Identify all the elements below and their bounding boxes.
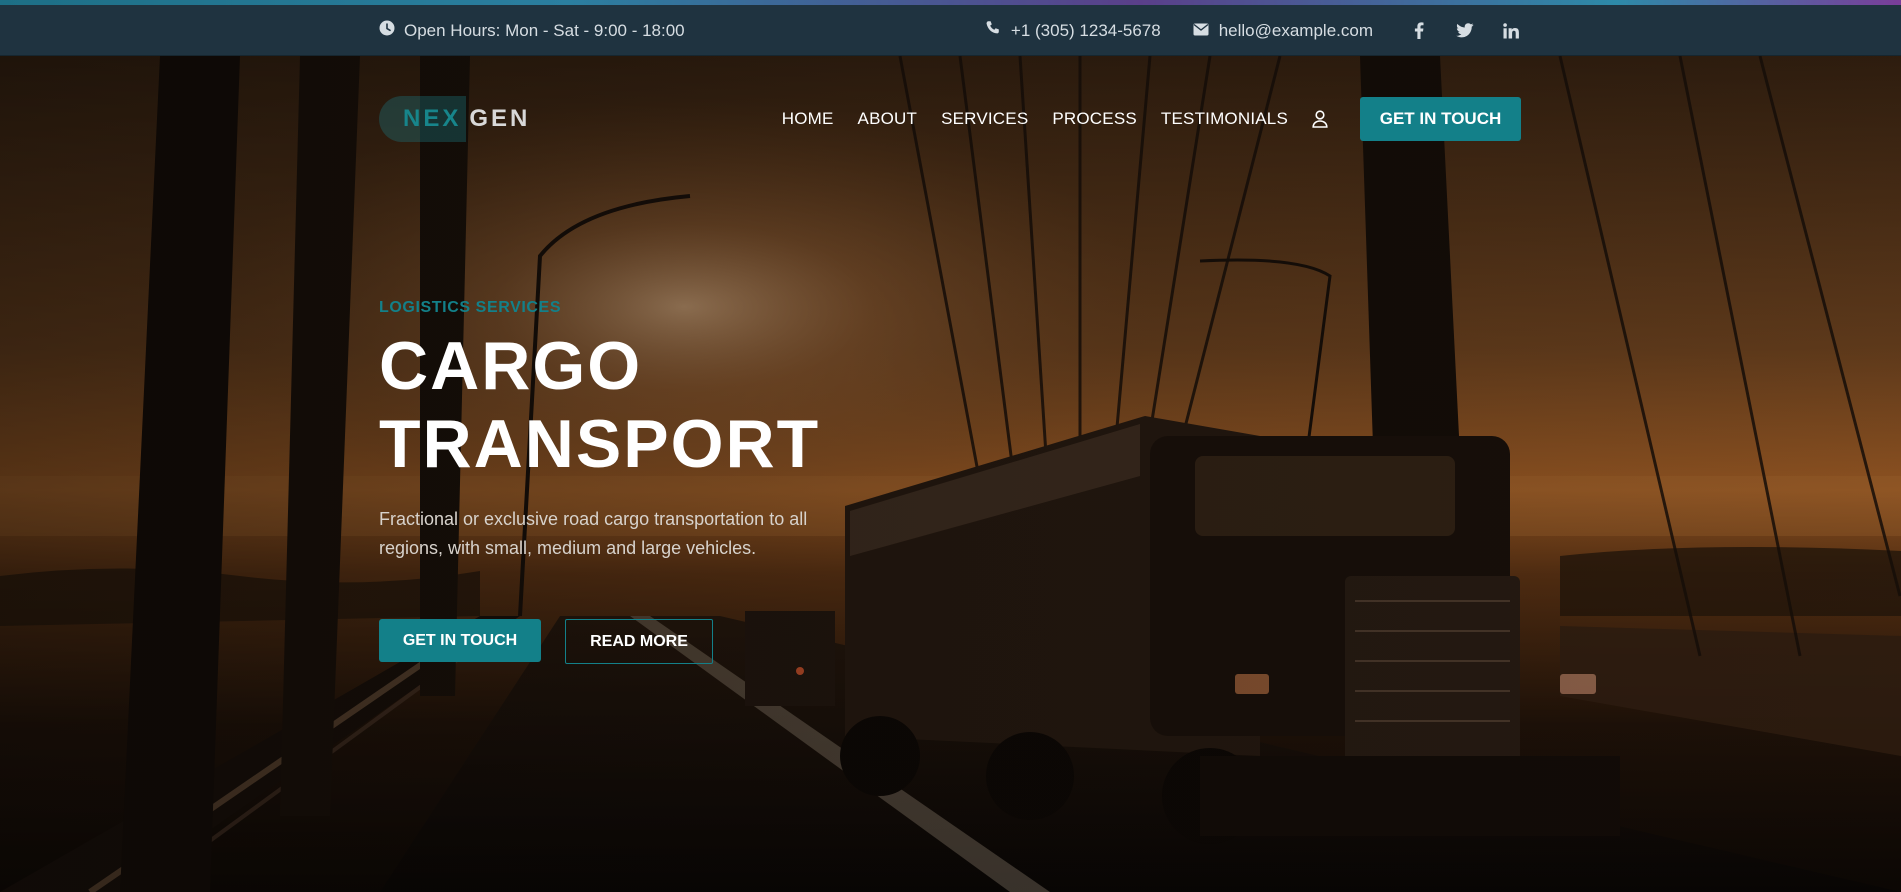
nav-get-in-touch-button[interactable]: GET IN TOUCH xyxy=(1360,97,1521,141)
hero-description: Fractional or exclusive road cargo trans… xyxy=(379,509,808,558)
linkedin-icon[interactable] xyxy=(1501,21,1521,41)
brand-logo[interactable]: NEX GEN xyxy=(379,96,530,142)
contact-info: +1 (305) 1234-5678 hello@example.com xyxy=(985,5,1521,56)
logo-text-gen: GEN xyxy=(469,105,531,132)
phone-icon xyxy=(985,20,1001,41)
nav-link-about[interactable]: ABOUT xyxy=(858,109,918,129)
phone-contact[interactable]: +1 (305) 1234-5678 xyxy=(985,20,1161,41)
user-icon[interactable] xyxy=(1312,110,1330,128)
opening-hours: Open Hours: Mon - Sat - 9:00 - 18:00 xyxy=(379,5,685,56)
clock-icon xyxy=(379,20,395,41)
phone-number: +1 (305) 1234-5678 xyxy=(1010,20,1161,40)
nav-menu: HOME ABOUT SERVICES PROCESS TESTIMONIALS… xyxy=(782,97,1521,141)
hero-title-line2: TRANSPORT xyxy=(379,406,821,482)
opening-hours-text: Open Hours: Mon - Sat - 9:00 - 18:00 xyxy=(404,20,685,40)
nav-link-services[interactable]: SERVICES xyxy=(941,109,1028,129)
twitter-icon[interactable] xyxy=(1455,21,1475,41)
hero-eyebrow: LOGISTICS SERVICES xyxy=(379,299,562,316)
hero-section: NEX GEN HOME ABOUT SERVICES PROCESS TEST… xyxy=(0,56,1901,892)
top-info-bar: Open Hours: Mon - Sat - 9:00 - 18:00 +1 … xyxy=(0,5,1901,56)
nav-link-testimonials[interactable]: TESTIMONIALS xyxy=(1161,109,1288,129)
nav-link-home[interactable]: HOME xyxy=(782,109,834,129)
read-more-button[interactable]: READ MORE xyxy=(565,619,713,664)
hero-cta-group: GET IN TOUCH READ MORE xyxy=(379,619,979,664)
logo-text-nex: NEX xyxy=(403,105,462,132)
hero-title-line1: CARGO xyxy=(379,328,643,404)
hero-title: CARGO TRANSPORT xyxy=(379,327,979,483)
facebook-icon[interactable] xyxy=(1409,21,1429,41)
hero-content: LOGISTICS SERVICES CARGO TRANSPORT Fract… xyxy=(379,299,979,664)
email-address: hello@example.com xyxy=(1218,20,1373,40)
social-links xyxy=(1409,21,1521,41)
nav-link-process[interactable]: PROCESS xyxy=(1052,109,1137,129)
email-contact[interactable]: hello@example.com xyxy=(1193,21,1373,41)
envelope-icon xyxy=(1193,21,1209,41)
hero-get-in-touch-button[interactable]: GET IN TOUCH xyxy=(379,619,541,662)
main-navigation: NEX GEN HOME ABOUT SERVICES PROCESS TEST… xyxy=(379,96,1521,142)
